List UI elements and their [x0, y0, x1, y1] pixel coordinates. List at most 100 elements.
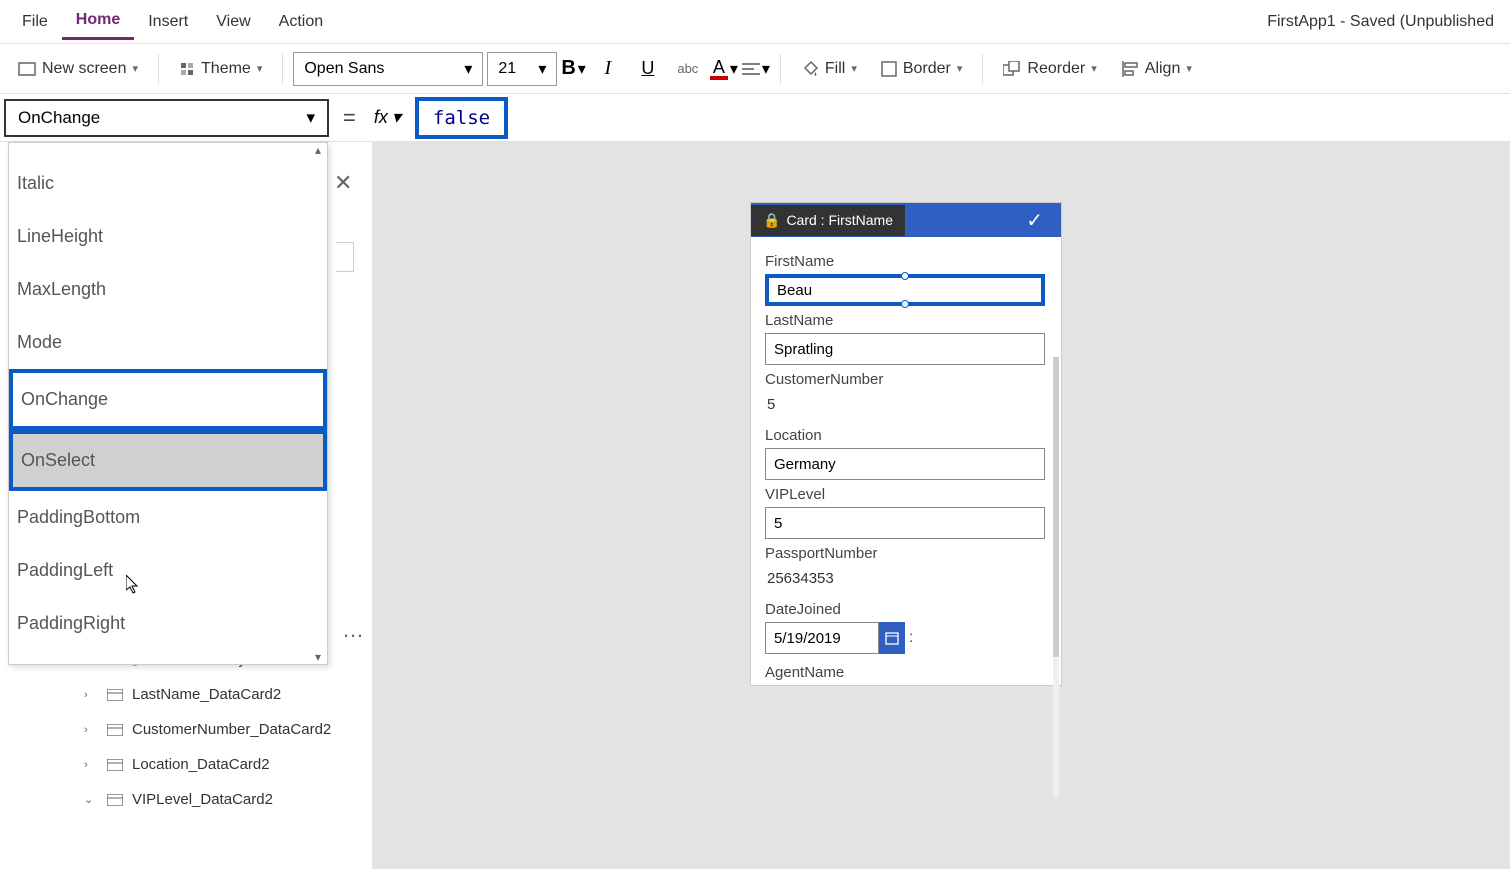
menu-view[interactable]: View [202, 5, 264, 39]
form-scrollbar[interactable] [1053, 357, 1059, 797]
label-viplevel: VIPLevel [765, 486, 1047, 503]
formula-input[interactable]: false [415, 97, 508, 139]
search-box-edge [336, 242, 354, 272]
chevron-down-icon: ▾ [762, 59, 770, 79]
tree-item-customernumber[interactable]: › CustomerNumber_DataCard2 [80, 712, 360, 747]
resize-handle[interactable] [901, 272, 909, 280]
main-area: ✕ … ▴ Italic LineHeight MaxLength Mode O… [0, 142, 1510, 869]
input-value: Germany [774, 456, 836, 473]
border-label: Border [903, 60, 951, 78]
input-value: Spratling [774, 341, 833, 358]
fill-button[interactable]: Fill ▾ [791, 54, 867, 84]
fill-label: Fill [825, 60, 845, 78]
time-separator: : [905, 629, 913, 647]
dropdown-item-onchange[interactable]: OnChange [9, 369, 327, 430]
overflow-menu[interactable]: … [342, 617, 366, 643]
dropdown-item-paddingright[interactable]: PaddingRight [9, 597, 327, 650]
label-lastname: LastName [765, 312, 1047, 329]
font-color-button[interactable]: A ▾ [710, 58, 738, 80]
input-viplevel[interactable]: 5 [765, 507, 1045, 539]
input-value: 5 [774, 515, 782, 532]
card-icon [106, 758, 124, 772]
label-passportnumber: PassportNumber [765, 545, 1047, 562]
label-agentname: AgentName [765, 664, 1047, 681]
menu-insert[interactable]: Insert [134, 5, 202, 39]
date-picker-button[interactable] [879, 622, 905, 654]
lock-icon: 🔒 [763, 212, 780, 229]
dropdown-item-mode[interactable]: Mode [9, 316, 327, 369]
new-screen-button[interactable]: New screen ▾ [8, 54, 148, 84]
canvas[interactable]: 🔒 Card : FirstName ✓ FirstName Beau Last… [372, 142, 1510, 869]
chevron-down-icon: ▾ [392, 107, 401, 128]
property-selector[interactable]: OnChange ▾ [4, 99, 329, 137]
italic-icon: I [604, 57, 611, 80]
reorder-button[interactable]: Reorder ▾ [993, 54, 1106, 84]
border-button[interactable]: Border ▾ [871, 54, 973, 84]
align-objects-icon [1121, 61, 1139, 77]
formula-bar: OnChange ▾ = fx ▾ false [0, 94, 1510, 142]
submit-check-icon[interactable]: ✓ [1008, 208, 1061, 233]
italic-button[interactable]: I [590, 51, 626, 87]
bold-icon: B [561, 57, 575, 80]
expand-icon[interactable]: › [84, 689, 98, 701]
chevron-down-icon: ▾ [464, 59, 472, 79]
property-name: OnChange [18, 108, 100, 128]
font-color-icon: A [710, 58, 728, 80]
fx-button[interactable]: fx ▾ [366, 107, 409, 128]
close-icon[interactable]: ✕ [334, 170, 352, 196]
dropdown-item-paddingleft[interactable]: PaddingLeft [9, 544, 327, 597]
tree-item-viplevel[interactable]: ⌄ VIPLevel_DataCard2 [80, 782, 360, 817]
dropdown-item-italic[interactable]: Italic [9, 157, 327, 210]
reorder-label: Reorder [1027, 60, 1085, 78]
strikethrough-button[interactable]: abc [670, 51, 706, 87]
theme-button[interactable]: Theme ▾ [169, 54, 272, 84]
input-firstname[interactable]: Beau [765, 274, 1045, 306]
menu-action[interactable]: Action [265, 5, 337, 39]
scroll-down-arrow[interactable]: ▾ [9, 650, 327, 664]
resize-handle[interactable] [901, 300, 909, 308]
tree-label: Location_DataCard2 [132, 756, 270, 773]
screen-icon [18, 62, 36, 76]
input-datejoined[interactable]: 5/19/2019 [765, 622, 879, 654]
align-text-button[interactable]: ▾ [742, 59, 770, 79]
separator [282, 54, 283, 84]
card-title-badge: 🔒 Card : FirstName [751, 205, 905, 236]
tree-item-location[interactable]: › Location_DataCard2 [80, 747, 360, 782]
dropdown-item-lineheight[interactable]: LineHeight [9, 210, 327, 263]
underline-icon: U [641, 58, 654, 79]
fx-icon: fx [374, 107, 388, 128]
menu-file[interactable]: File [8, 5, 62, 39]
ribbon: New screen ▾ Theme ▾ Open Sans ▾ 21 ▾ B … [0, 44, 1510, 94]
input-value: 5/19/2019 [774, 630, 841, 647]
align-button[interactable]: Align ▾ [1111, 54, 1202, 84]
label-location: Location [765, 427, 1047, 444]
expand-icon[interactable]: › [84, 759, 98, 771]
font-select[interactable]: Open Sans ▾ [293, 52, 483, 86]
dropdown-item-paddingbottom[interactable]: PaddingBottom [9, 491, 327, 544]
underline-button[interactable]: U [630, 51, 666, 87]
input-lastname[interactable]: Spratling [765, 333, 1045, 365]
tree-label: CustomerNumber_DataCard2 [132, 721, 331, 738]
expand-icon[interactable]: › [84, 724, 98, 736]
card-icon [106, 723, 124, 737]
chevron-down-icon: ▾ [1091, 62, 1097, 75]
card-icon [106, 793, 124, 807]
equals-sign: = [333, 105, 366, 131]
label-customernumber: CustomerNumber [765, 371, 1047, 388]
input-value: Beau [777, 282, 812, 299]
tree-item-lastname[interactable]: › LastName_DataCard2 [80, 677, 360, 712]
chevron-down-icon: ▾ [957, 62, 963, 75]
dropdown-item-onselect[interactable]: OnSelect [9, 430, 327, 491]
value-passportnumber: 25634353 [765, 570, 1047, 587]
font-size-select[interactable]: 21 ▾ [487, 52, 557, 86]
font-name: Open Sans [304, 60, 384, 78]
form-card: 🔒 Card : FirstName ✓ FirstName Beau Last… [750, 202, 1062, 686]
input-location[interactable]: Germany [765, 448, 1045, 480]
align-icon [742, 62, 760, 76]
scroll-up-arrow[interactable]: ▴ [9, 143, 327, 157]
collapse-icon[interactable]: ⌄ [84, 793, 98, 806]
bold-button[interactable]: B ▾ [561, 57, 585, 80]
scrollbar-thumb[interactable] [1053, 357, 1059, 657]
dropdown-item-maxlength[interactable]: MaxLength [9, 263, 327, 316]
menu-home[interactable]: Home [62, 3, 134, 40]
